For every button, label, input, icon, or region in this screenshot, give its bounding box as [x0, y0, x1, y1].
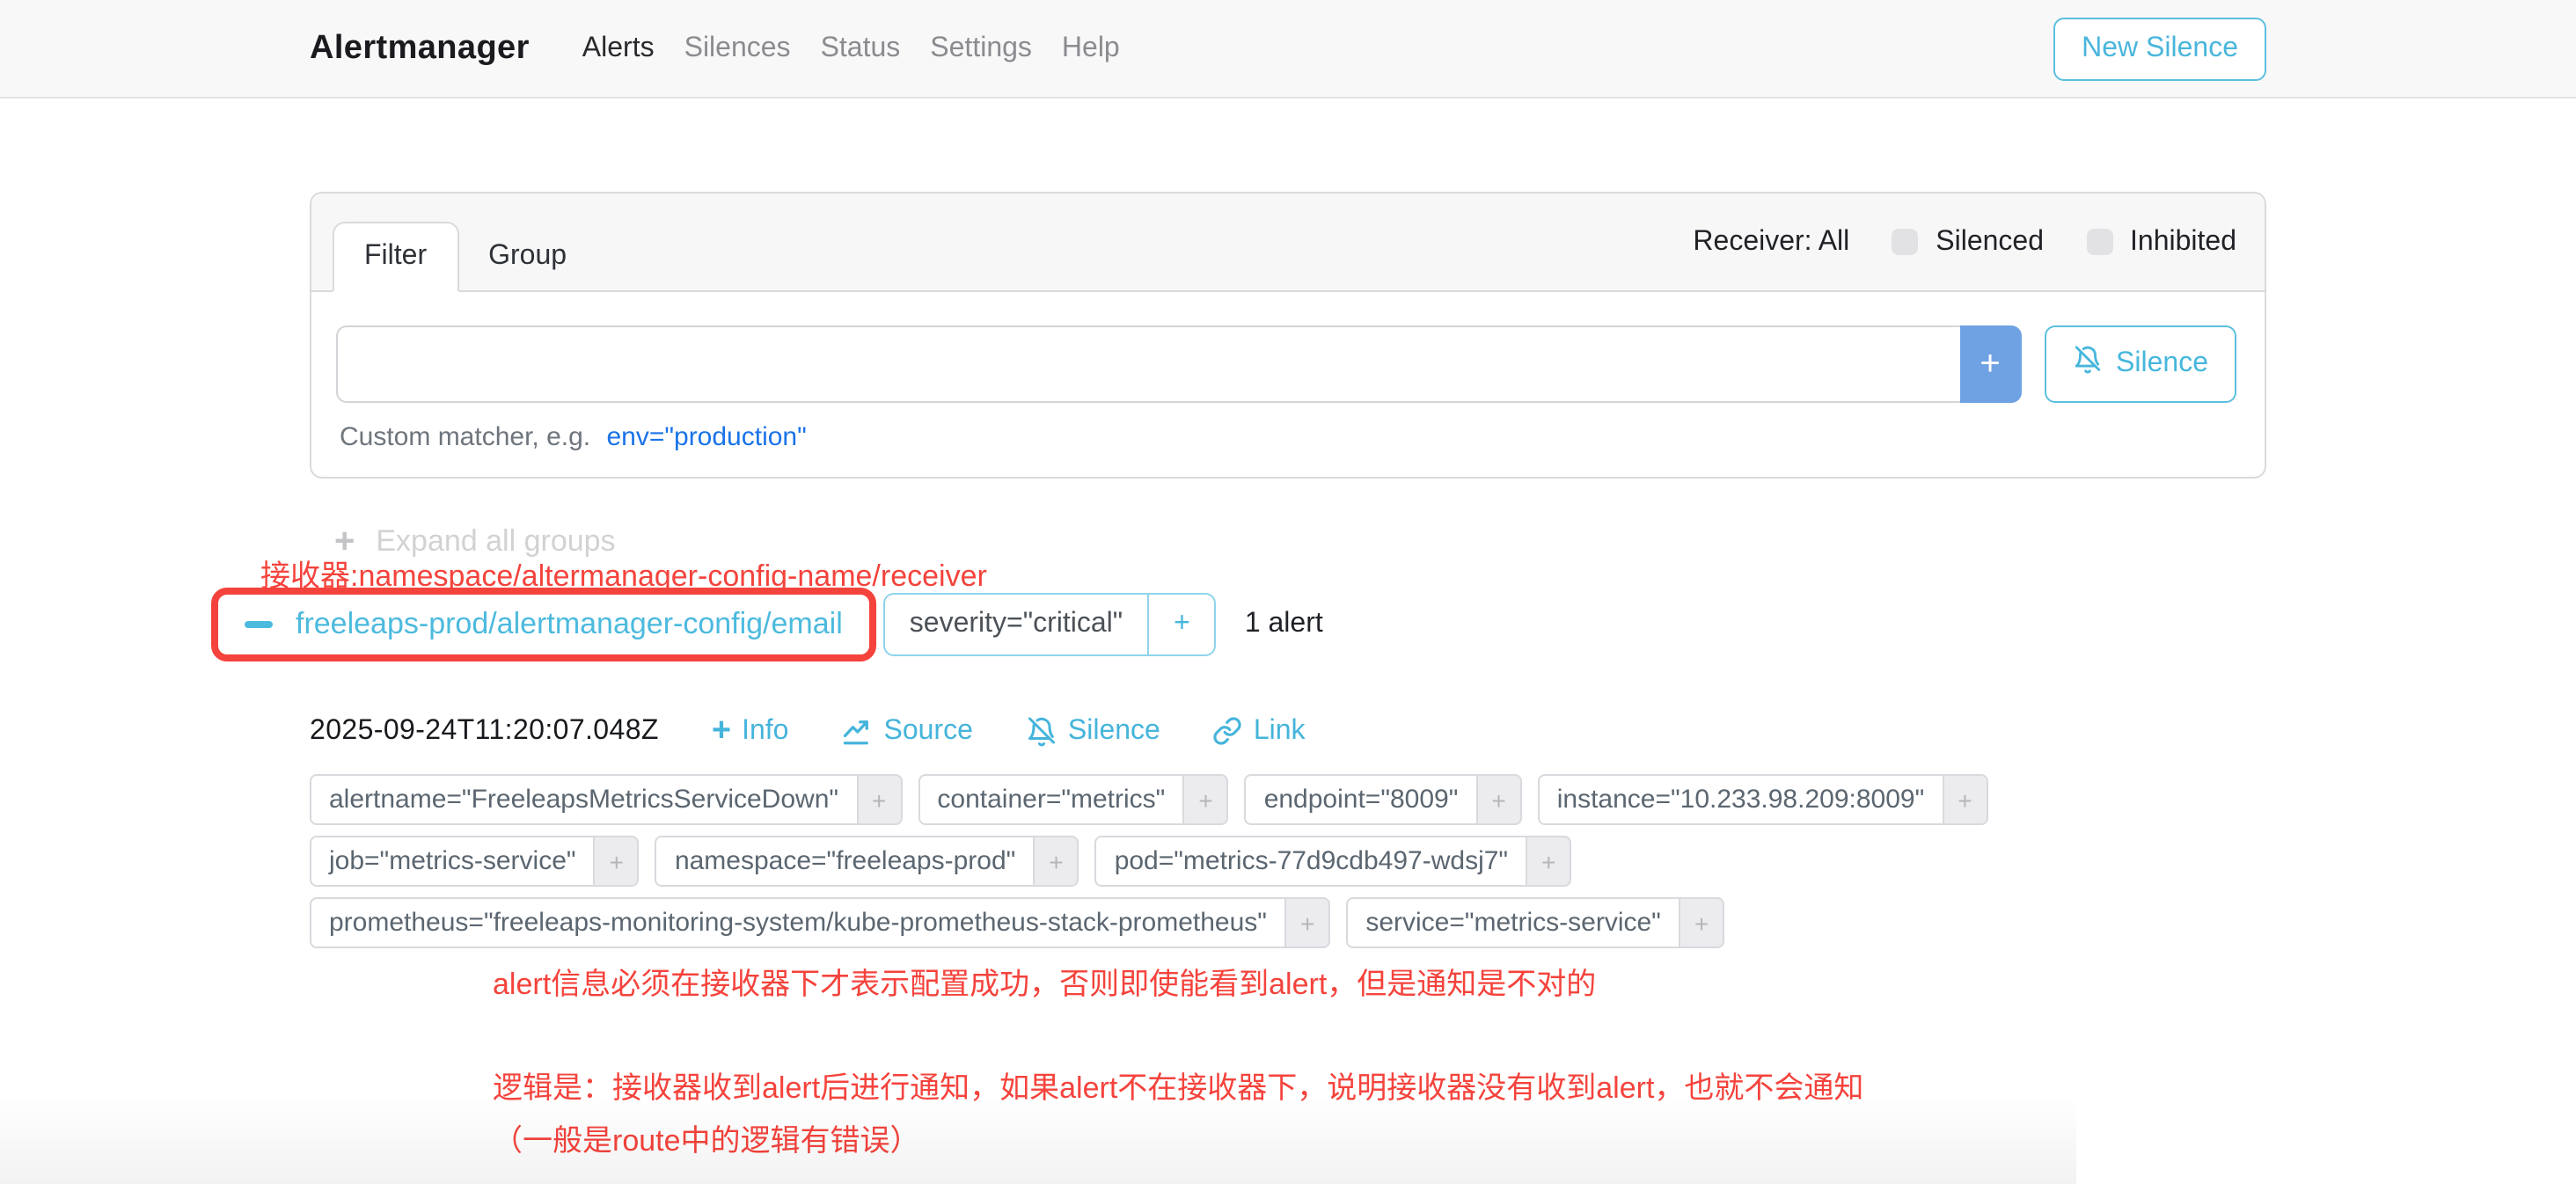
alert-config-annotation: alert信息必须在接收器下才表示配置成功，否则即使能看到alert，但是通知是…: [493, 959, 2266, 1003]
matcher-helper-text: Custom matcher, e.g.: [340, 422, 590, 452]
label-row: job="metrics-service" + namespace="freel…: [310, 836, 2266, 887]
label-tag-text: prometheus="freeleaps-monitoring-system/…: [310, 897, 1286, 948]
alert-info-label: Info: [742, 715, 788, 747]
receiver-filter[interactable]: Receiver: All: [1693, 226, 1849, 258]
group-receiver-name: freeleaps-prod/alertmanager-config/email: [296, 607, 843, 642]
silenced-checkbox-label: Silenced: [1936, 226, 2044, 258]
silence-filter-button[interactable]: Silence: [2044, 325, 2236, 403]
filter-panel-body: + Silence Cust: [311, 292, 2265, 477]
filter-tabs: Filter Group: [333, 194, 596, 290]
filter-panel: Filter Group Receiver: All Silenced Inhi…: [310, 192, 2266, 479]
new-silence-button[interactable]: New Silence: [2053, 17, 2266, 80]
label-tag-text: pod="metrics-77d9cdb497-wdsj7": [1095, 836, 1527, 887]
label-add-filter-button[interactable]: +: [594, 836, 640, 887]
inhibited-checkbox-group[interactable]: Inhibited: [2086, 226, 2236, 258]
inhibited-checkbox-label: Inhibited: [2130, 226, 2236, 258]
label-tag-instance: instance="10.233.98.209:8009" +: [1538, 774, 1988, 825]
label-add-filter-button[interactable]: +: [1284, 897, 1330, 948]
silenced-checkbox[interactable]: [1892, 229, 1918, 255]
group-matcher-label: severity="critical": [883, 593, 1147, 656]
matcher-example-link[interactable]: env="production": [606, 422, 806, 452]
silence-filter-button-label: Silence: [2116, 348, 2208, 380]
label-tag-text: alertname="FreeleapsMetricsServiceDown": [310, 774, 858, 825]
alert-groups-area: + Expand all groups 接收器:namespace/alterm…: [310, 479, 2266, 1168]
label-tag-container: container="metrics" +: [918, 774, 1228, 825]
plus-icon: +: [712, 714, 731, 748]
tab-group[interactable]: Group: [458, 223, 596, 290]
nav-item-status[interactable]: Status: [821, 33, 901, 64]
label-add-filter-button[interactable]: +: [856, 774, 902, 825]
logic-annotation-line2: （一般是route中的逻辑有错误）: [493, 1115, 2266, 1168]
alert-silence-link[interactable]: Silence: [1026, 715, 1160, 747]
logic-annotation-line1: 逻辑是：接收器收到alert后进行通知，如果alert不在接收器下，说明接收器没…: [493, 1063, 2266, 1115]
tab-filter[interactable]: Filter: [333, 222, 458, 292]
add-matcher-button[interactable]: +: [1959, 325, 2021, 403]
alertmanager-page: Alertmanager Alerts Silences Status Sett…: [0, 0, 2576, 1184]
label-add-filter-button[interactable]: +: [1679, 897, 1724, 948]
label-tag-pod: pod="metrics-77d9cdb497-wdsj7" +: [1095, 836, 1572, 887]
app-title: Alertmanager: [310, 29, 530, 68]
minus-icon: [245, 621, 273, 628]
matcher-helper: Custom matcher, e.g. env="production": [336, 422, 2236, 452]
alert-group-row: freeleaps-prod/alertmanager-config/email…: [211, 588, 2266, 661]
alert-info-link[interactable]: + Info: [712, 714, 789, 748]
nav-item-help[interactable]: Help: [1062, 33, 1120, 64]
filter-panel-header: Filter Group Receiver: All Silenced Inhi…: [311, 194, 2265, 292]
alert-count: 1 alert: [1245, 609, 1323, 640]
receiver-annotation: 接收器:namespace/altermanager-config-name/r…: [260, 551, 987, 595]
top-navbar: Alertmanager Alerts Silences Status Sett…: [0, 0, 2576, 99]
label-row: alertname="FreeleapsMetricsServiceDown" …: [310, 774, 2266, 825]
alert-row-header: 2025-09-24T11:20:07.048Z + Info Source: [310, 714, 2266, 748]
label-add-filter-button[interactable]: +: [1475, 774, 1521, 825]
label-tag-service: service="metrics-service" +: [1346, 897, 1724, 948]
label-tag-text: job="metrics-service": [310, 836, 596, 887]
label-tag-text: container="metrics": [918, 774, 1184, 825]
label-add-filter-button[interactable]: +: [1526, 836, 1571, 887]
silenced-checkbox-group[interactable]: Silenced: [1892, 226, 2044, 258]
logic-annotation: 逻辑是：接收器收到alert后进行通知，如果alert不在接收器下，说明接收器没…: [493, 1063, 2266, 1168]
group-matcher-add-button[interactable]: +: [1147, 593, 1217, 656]
label-tag-endpoint: endpoint="8009" +: [1245, 774, 1522, 825]
alert-link-label: Link: [1254, 715, 1306, 747]
red-highlight-box: freeleaps-prod/alertmanager-config/email: [211, 588, 876, 661]
label-add-filter-button[interactable]: +: [1033, 836, 1079, 887]
label-add-filter-button[interactable]: +: [1182, 774, 1228, 825]
label-tag-job: job="metrics-service" +: [310, 836, 640, 887]
nav-item-alerts[interactable]: Alerts: [582, 33, 655, 64]
group-collapse-button[interactable]: freeleaps-prod/alertmanager-config/email: [241, 600, 846, 649]
bell-slash-icon: [2072, 345, 2102, 384]
group-matcher-tag: severity="critical" +: [883, 593, 1217, 656]
alert-timestamp: 2025-09-24T11:20:07.048Z: [310, 715, 659, 747]
label-tag-alertname: alertname="FreeleapsMetricsServiceDown" …: [310, 774, 902, 825]
alert-source-label: Source: [883, 715, 972, 747]
bell-slash-icon: [1026, 715, 1057, 747]
main-content: Filter Group Receiver: All Silenced Inhi…: [310, 192, 2266, 1168]
label-tag-namespace: namespace="freeleaps-prod" +: [655, 836, 1079, 887]
nav-item-silences[interactable]: Silences: [684, 33, 791, 64]
label-tag-text: endpoint="8009": [1245, 774, 1478, 825]
alert-labels: alertname="FreeleapsMetricsServiceDown" …: [310, 774, 2266, 948]
matcher-input[interactable]: [336, 325, 1959, 403]
chart-line-icon: [841, 715, 873, 747]
inhibited-checkbox[interactable]: [2086, 229, 2112, 255]
main-nav: Alerts Silences Status Settings Help: [582, 33, 1120, 64]
alert-source-link[interactable]: Source: [841, 715, 972, 747]
label-tag-prometheus: prometheus="freeleaps-monitoring-system/…: [310, 897, 1330, 948]
label-add-filter-button[interactable]: +: [1942, 774, 1987, 825]
nav-item-settings[interactable]: Settings: [930, 33, 1032, 64]
label-row: prometheus="freeleaps-monitoring-system/…: [310, 897, 2266, 948]
filter-options: Receiver: All Silenced Inhibited: [1693, 226, 2236, 258]
alert-silence-label: Silence: [1068, 715, 1160, 747]
alert-link-link[interactable]: Link: [1213, 715, 1306, 747]
link-icon: [1213, 716, 1243, 746]
label-tag-text: instance="10.233.98.209:8009": [1538, 774, 1944, 825]
label-tag-text: service="metrics-service": [1346, 897, 1680, 948]
label-tag-text: namespace="freeleaps-prod": [655, 836, 1035, 887]
